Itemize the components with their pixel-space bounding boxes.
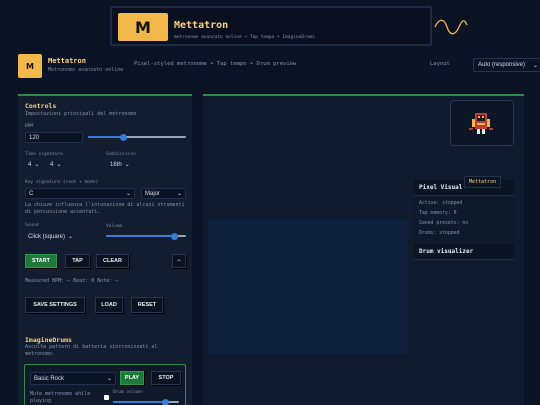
banner-logo: M	[118, 13, 168, 41]
drums-description: Ascolta pattern di batteria sincronizzat…	[25, 344, 158, 357]
key-root-value: C	[29, 190, 34, 197]
drum-volume-label: Drum volume	[113, 390, 143, 395]
chevron-down-icon: ⌄	[532, 62, 538, 69]
key-mode-select[interactable]: Major ⌄	[141, 188, 186, 199]
mascot-card	[450, 100, 514, 146]
time-signature-label: Time signature	[25, 152, 63, 157]
banner-subtitle: metronome avanzato online • Tap tempo • …	[174, 35, 315, 40]
mute-checkbox[interactable]	[104, 395, 109, 400]
chevron-down-icon: ⌄	[106, 376, 112, 382]
header-tagline: Pixel-styled metronome • Tap tempo • Dru…	[134, 61, 297, 67]
status-active: Active: stopped	[419, 201, 463, 206]
drum-visualizer-card: Drum visualizer	[414, 244, 514, 260]
subdivision-label: Subdivision	[106, 152, 136, 157]
drum-volume-slider-fill	[113, 401, 166, 403]
ts-numerator-select[interactable]: 4 ⌄	[28, 159, 39, 170]
ts-denominator-value: 4	[50, 161, 54, 168]
reset-button[interactable]: RESET	[131, 297, 163, 313]
bpm-value: 120	[29, 134, 40, 141]
chevron-down-icon: ⌄	[176, 191, 182, 197]
chevron-down-icon: ⌄	[124, 162, 130, 168]
key-root-select[interactable]: C ⌄	[25, 188, 135, 199]
drums-controls: Basic Rock ⌄ PLAY STOP Mute metronome whi…	[24, 364, 186, 405]
sound-value: Click (square)	[28, 233, 66, 240]
pixel-visual-card: Pixel Visual Active: stopped Tap memory:…	[414, 180, 514, 241]
drum-pattern-value: Basic Rock	[34, 375, 65, 382]
bpm-slider-handle[interactable]	[119, 133, 127, 141]
drum-volume-slider[interactable]	[113, 398, 179, 405]
mettatron-badge: Mettatron	[464, 176, 502, 188]
bpm-input[interactable]: 120	[25, 132, 83, 143]
layout-select-value: Auto (responsive)	[478, 62, 526, 68]
ts-denominator-select[interactable]: 4 ⌄	[50, 159, 61, 170]
bpm-label: BPM	[25, 124, 34, 129]
header-title: Mettatron	[48, 57, 86, 65]
drum-visualizer-title: Drum visualizer	[414, 244, 514, 260]
tap-button[interactable]: TAP	[65, 254, 90, 268]
sound-select[interactable]: Click (square) ⌄	[28, 231, 73, 242]
volume-slider-handle[interactable]	[170, 232, 178, 240]
header: M Mettatron Metronomo avanzato online Pi…	[18, 54, 540, 78]
drum-volume-slider-handle[interactable]	[162, 398, 170, 405]
chevron-down-icon: ⌄	[68, 234, 74, 240]
chevron-down-icon: ⌄	[34, 162, 40, 168]
drum-pattern-select[interactable]: Basic Rock ⌄	[30, 372, 116, 385]
controls-panel: Controls Impostazioni principali del met…	[18, 94, 192, 405]
key-signature-label: Key signature (root + mode)	[25, 180, 99, 185]
waveform-icon	[434, 19, 468, 35]
robot-mascot-icon	[469, 113, 493, 134]
visual-area: Pixel Visual Active: stopped Tap memory:…	[203, 94, 524, 405]
clear-button[interactable]: CLEAR	[96, 254, 129, 268]
layout-label: Layout	[430, 61, 450, 67]
collapse-button[interactable]: −	[172, 254, 186, 268]
volume-slider-fill	[106, 235, 174, 237]
key-mode-value: Major	[145, 190, 161, 197]
drums-title: ImagineDrums	[25, 336, 72, 344]
status-saved-presets: Saved presets: no	[419, 221, 469, 226]
load-button[interactable]: LOAD	[95, 297, 123, 313]
subdivision-value: 16th	[110, 161, 122, 168]
visual-stage	[208, 220, 408, 354]
controls-description: Impostazioni principali del metronomo	[25, 111, 137, 117]
volume-slider[interactable]	[106, 232, 186, 240]
status-drums: Drums: stopped	[419, 231, 460, 236]
chevron-down-icon: ⌄	[125, 191, 131, 197]
volume-label: Volume	[106, 224, 123, 229]
controls-title: Controls	[25, 102, 57, 110]
layout-select[interactable]: Auto (responsive) ⌄	[473, 58, 540, 72]
subdivision-select[interactable]: 16th ⌄	[110, 159, 130, 170]
key-help-text: La chiave influenza l'intonazione di alc…	[25, 202, 185, 215]
save-settings-button[interactable]: SAVE SETTINGS	[25, 297, 85, 313]
bpm-slider[interactable]	[88, 133, 186, 141]
play-button[interactable]: PLAY	[120, 371, 144, 385]
measured-status: Measured BPM: — Beat: 0 Note: —	[25, 278, 119, 284]
app-banner: M Mettatron metronome avanzato online • …	[110, 6, 468, 46]
chevron-down-icon: ⌄	[56, 162, 62, 168]
mute-label: Mute metronome while playing	[30, 391, 91, 404]
banner-title: Mettatron	[174, 20, 229, 31]
start-button[interactable]: START	[25, 254, 57, 268]
header-logo: M	[18, 54, 42, 78]
status-tap-memory: Tap memory: 0	[419, 211, 457, 216]
header-subtitle: Metronomo avanzato online	[48, 67, 124, 73]
stop-button[interactable]: STOP	[151, 371, 181, 385]
bpm-slider-fill	[88, 136, 124, 138]
sound-label: Sound	[25, 223, 39, 228]
ts-numerator-value: 4	[28, 161, 32, 168]
